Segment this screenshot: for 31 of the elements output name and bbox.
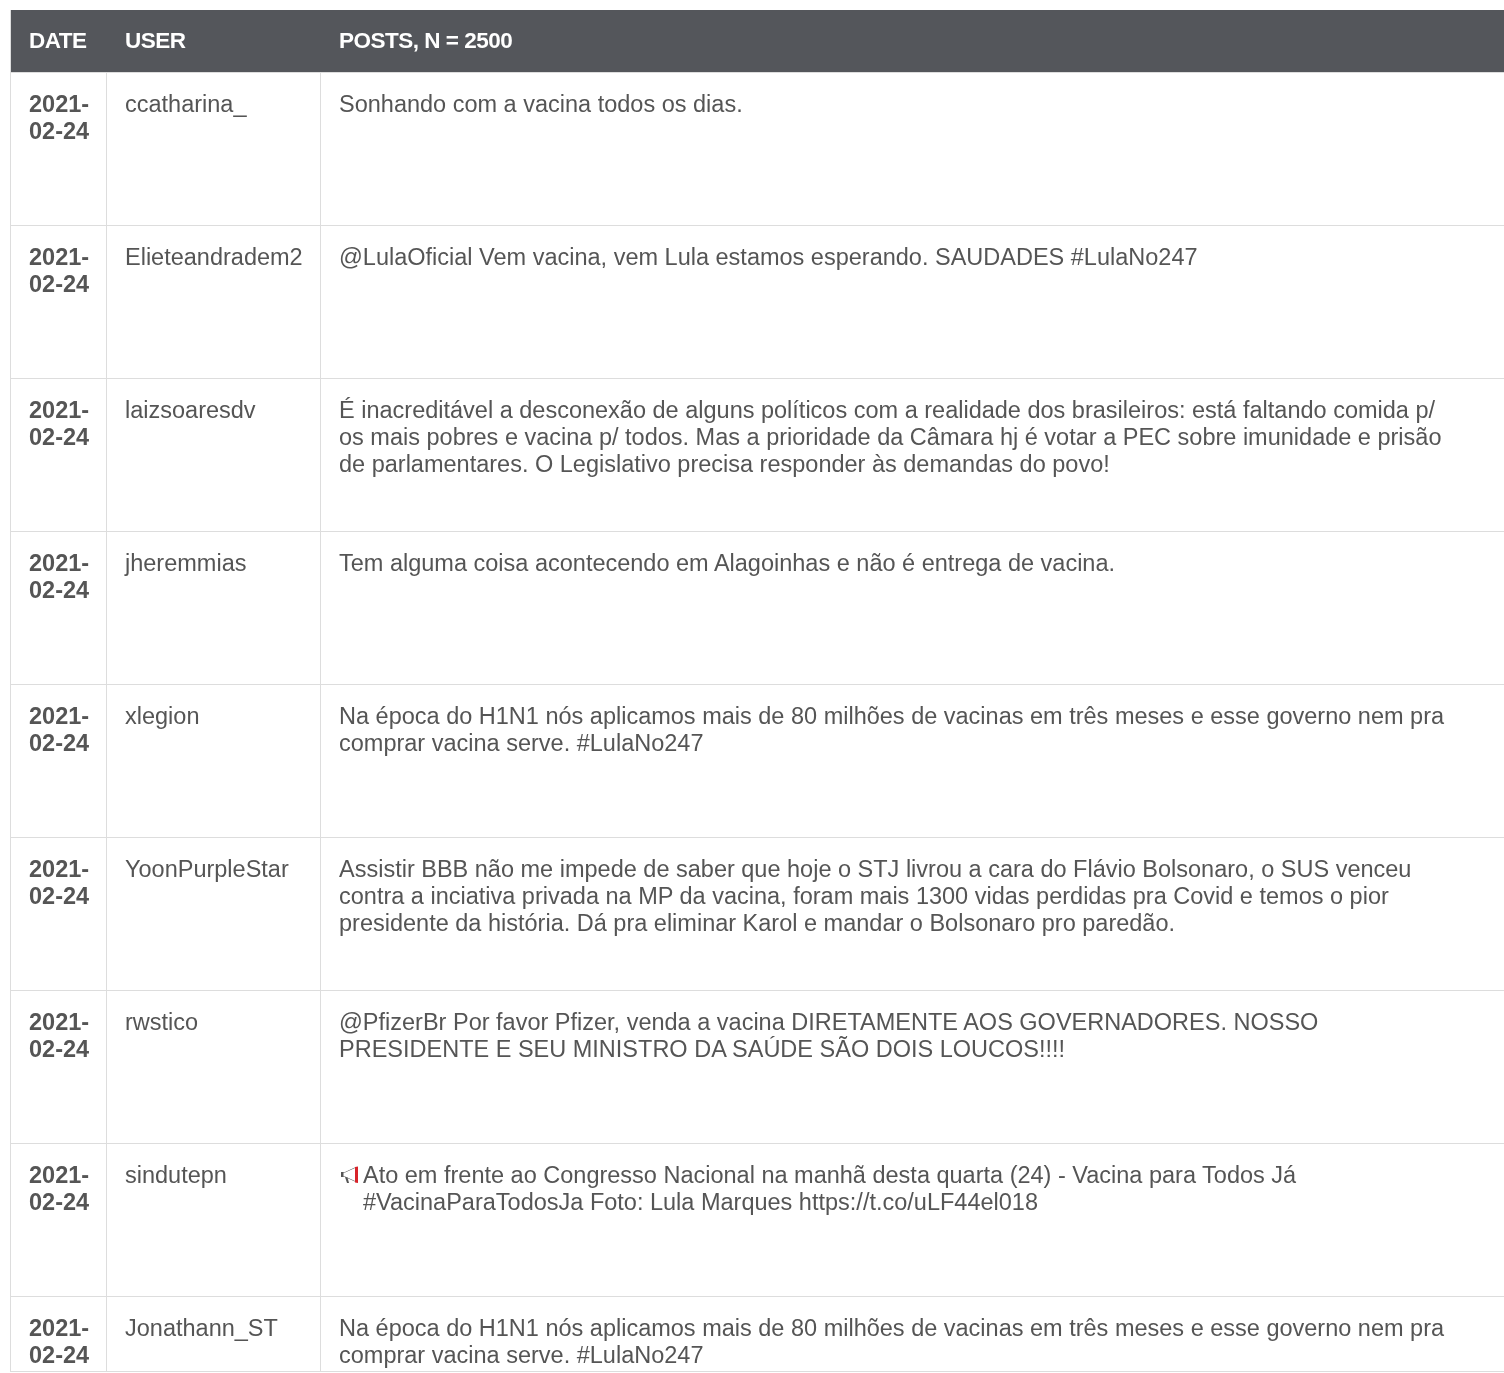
date-cell: 2021-02-24 bbox=[11, 226, 107, 378]
user-cell: Elieteandradem2 bbox=[107, 226, 321, 378]
user-cell: ccatharina_ bbox=[107, 73, 321, 225]
column-header: USER bbox=[124, 28, 186, 54]
megaphone-icon bbox=[339, 1166, 361, 1184]
date-cell: 2021-02-24 bbox=[11, 532, 107, 684]
user-cell: sindutepn bbox=[107, 1144, 321, 1296]
post-text: Na época do H1N1 nós aplicamos mais de 80 milhões de vacinas em três meses e esse governo nem pra comprar vacina serve. #LulaNo247 bbox=[339, 703, 1446, 757]
user-cell: YoonPurpleStar bbox=[107, 838, 321, 990]
user-cell: xlegion bbox=[107, 685, 321, 837]
column-header: POSTS, N = 2500 bbox=[338, 28, 513, 54]
post-text: Ato em frente ao Congresso Nacional na manhã desta quarta (24) - Vacina para Todos Já #VacinaParaTodosJa Foto: Lula Marques https://t.co/uLF44el018 bbox=[363, 1162, 1298, 1216]
date-cell: 2021-02-24 bbox=[11, 838, 107, 990]
date-cell: 2021-02-24 bbox=[11, 991, 107, 1143]
date-cell: 2021-02-24 bbox=[11, 1144, 107, 1296]
post-text: Na época do H1N1 nós aplicamos mais de 80 milhões de vacinas em três meses e esse governo nem pra comprar vacina serve. #LulaNo247 bbox=[339, 1315, 1446, 1369]
post-text: @LulaOficial Vem vacina, vem Lula estamos esperando. SAUDADES #LulaNo247 bbox=[339, 244, 1198, 271]
post-text: Tem alguma coisa acontecendo em Alagoinhas e não é entrega de vacina. bbox=[339, 550, 1116, 577]
post-text: Sonhando com a vacina todos os dias. bbox=[339, 91, 743, 118]
date-cell: 2021-02-24 bbox=[11, 1297, 107, 1371]
user-cell: Jonathann_ST bbox=[107, 1297, 321, 1371]
user-cell: rwstico bbox=[107, 991, 321, 1143]
date-cell: 2021-02-24 bbox=[11, 73, 107, 225]
post-text: É inacreditável a desconexão de alguns políticos com a realidade dos brasileiros: está faltando comida p/ os mais pobres e vacina p/ todos. Mas a prioridade da Câmara hj é votar a PEC sobre imunidade e prisão de parlamentares. O Legislativo precisa responder às demandas do povo! bbox=[339, 397, 1443, 478]
post-text: @PfizerBr Por favor Pfizer, venda a vacina DIRETAMENTE AOS GOVERNADORES. NOSSO PRESIDENTE E SEU MINISTRO DA SAÚDE SÃO DOIS LOUCOS!!!! bbox=[339, 1009, 1320, 1063]
column-header: DATE bbox=[28, 28, 87, 54]
date-cell: 2021-02-24 bbox=[11, 685, 107, 837]
user-cell: laizsoaresdv bbox=[107, 379, 321, 531]
post-text: Assistir BBB não me impede de saber que hoje o STJ livrou a cara do Flávio Bolsonaro, o SUS venceu contra a inciativa privada na MP da vacina, foram mais 1300 vidas perdidas pra Covid e temos o pior presidente da história. Dá pra eliminar Karol e mandar o Bolsonaro pro paredão. bbox=[339, 856, 1413, 937]
user-cell: jheremmias bbox=[107, 532, 321, 684]
date-cell: 2021-02-24 bbox=[11, 379, 107, 531]
